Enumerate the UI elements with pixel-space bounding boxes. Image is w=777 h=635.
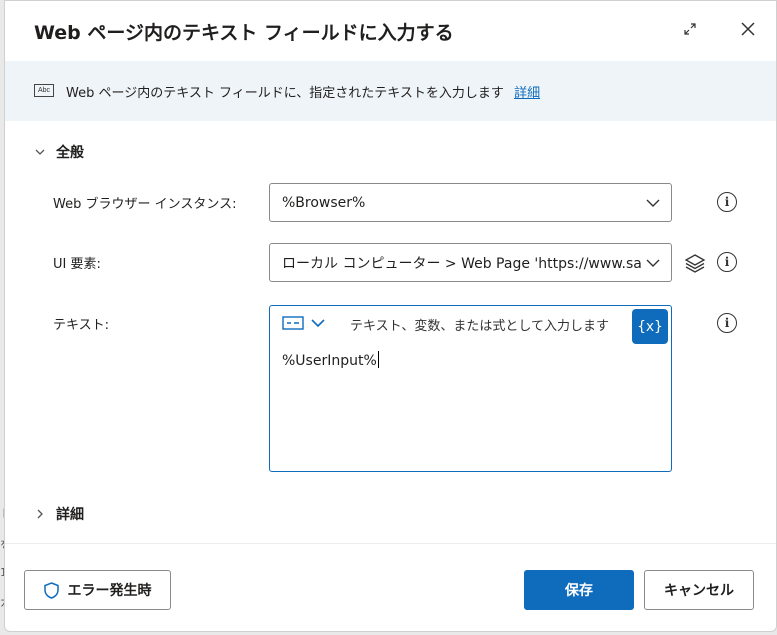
chevron-right-icon (37, 509, 43, 519)
section-advanced-toggle[interactable]: 詳細 (34, 504, 84, 524)
on-error-button[interactable]: エラー発生時 (24, 570, 171, 610)
chevron-down-icon (646, 199, 660, 207)
fill-text-field-dialog: Web ページ内のテキスト フィールドに入力する Abc Web ページ内のテキ… (4, 0, 777, 632)
text-caret (377, 351, 379, 368)
chevron-down-icon (35, 149, 45, 155)
cancel-button[interactable]: キャンセル (644, 570, 754, 610)
browser-instance-label: Web ブラウザー インスタンス: (53, 197, 237, 212)
browser-instance-select[interactable]: %Browser% (269, 183, 672, 222)
browser-instance-info-icon[interactable]: i (717, 192, 737, 212)
info-description: Web ページ内のテキスト フィールドに、指定されたテキストを入力します (66, 86, 504, 101)
expand-button[interactable] (676, 15, 704, 43)
text-mode-icon (282, 316, 304, 330)
save-button[interactable]: 保存 (524, 570, 634, 610)
text-field-icon: Abc (34, 84, 54, 97)
footer-divider (5, 543, 776, 544)
info-bar: Abc Web ページ内のテキスト フィールドに、指定されたテキストを入力します… (5, 61, 776, 121)
on-error-label: エラー発生時 (67, 583, 152, 599)
browser-instance-value: %Browser% (282, 194, 366, 211)
ui-element-label: UI 要素: (53, 257, 101, 272)
close-icon (741, 22, 755, 36)
layers-icon[interactable] (684, 252, 706, 274)
text-label: テキスト: (53, 318, 109, 333)
chevron-down-icon (311, 319, 325, 328)
text-input[interactable]: テキスト、変数、または式として入力します {x} %UserInput% (269, 305, 672, 472)
section-advanced-label: 詳細 (56, 507, 84, 523)
ui-element-select[interactable]: ローカル コンピューター > Web Page 'https://www.sai… (269, 243, 672, 282)
dialog-title: Web ページ内のテキスト フィールドに入力する (34, 22, 454, 44)
details-link[interactable]: 詳細 (514, 86, 540, 101)
input-mode-dropdown[interactable] (282, 316, 326, 330)
text-info-icon[interactable]: i (717, 313, 737, 333)
text-value: %UserInput% (282, 353, 377, 369)
info-text: Web ページ内のテキスト フィールドに、指定されたテキストを入力します 詳細 (66, 82, 540, 101)
insert-variable-button[interactable]: {x} (632, 309, 668, 344)
text-input-value: %UserInput% (282, 351, 379, 369)
section-general-label: 全般 (56, 145, 84, 161)
section-general-toggle[interactable]: 全般 (34, 142, 84, 162)
text-input-hint: テキスト、変数、または式として入力します (350, 319, 609, 334)
ui-element-info-icon[interactable]: i (717, 252, 737, 272)
expand-icon (684, 23, 696, 35)
ui-element-value: ローカル コンピューター > Web Page 'https://www.sai… (282, 255, 642, 272)
chevron-down-icon (646, 259, 660, 267)
shield-icon (43, 581, 59, 599)
close-button[interactable] (734, 15, 762, 43)
